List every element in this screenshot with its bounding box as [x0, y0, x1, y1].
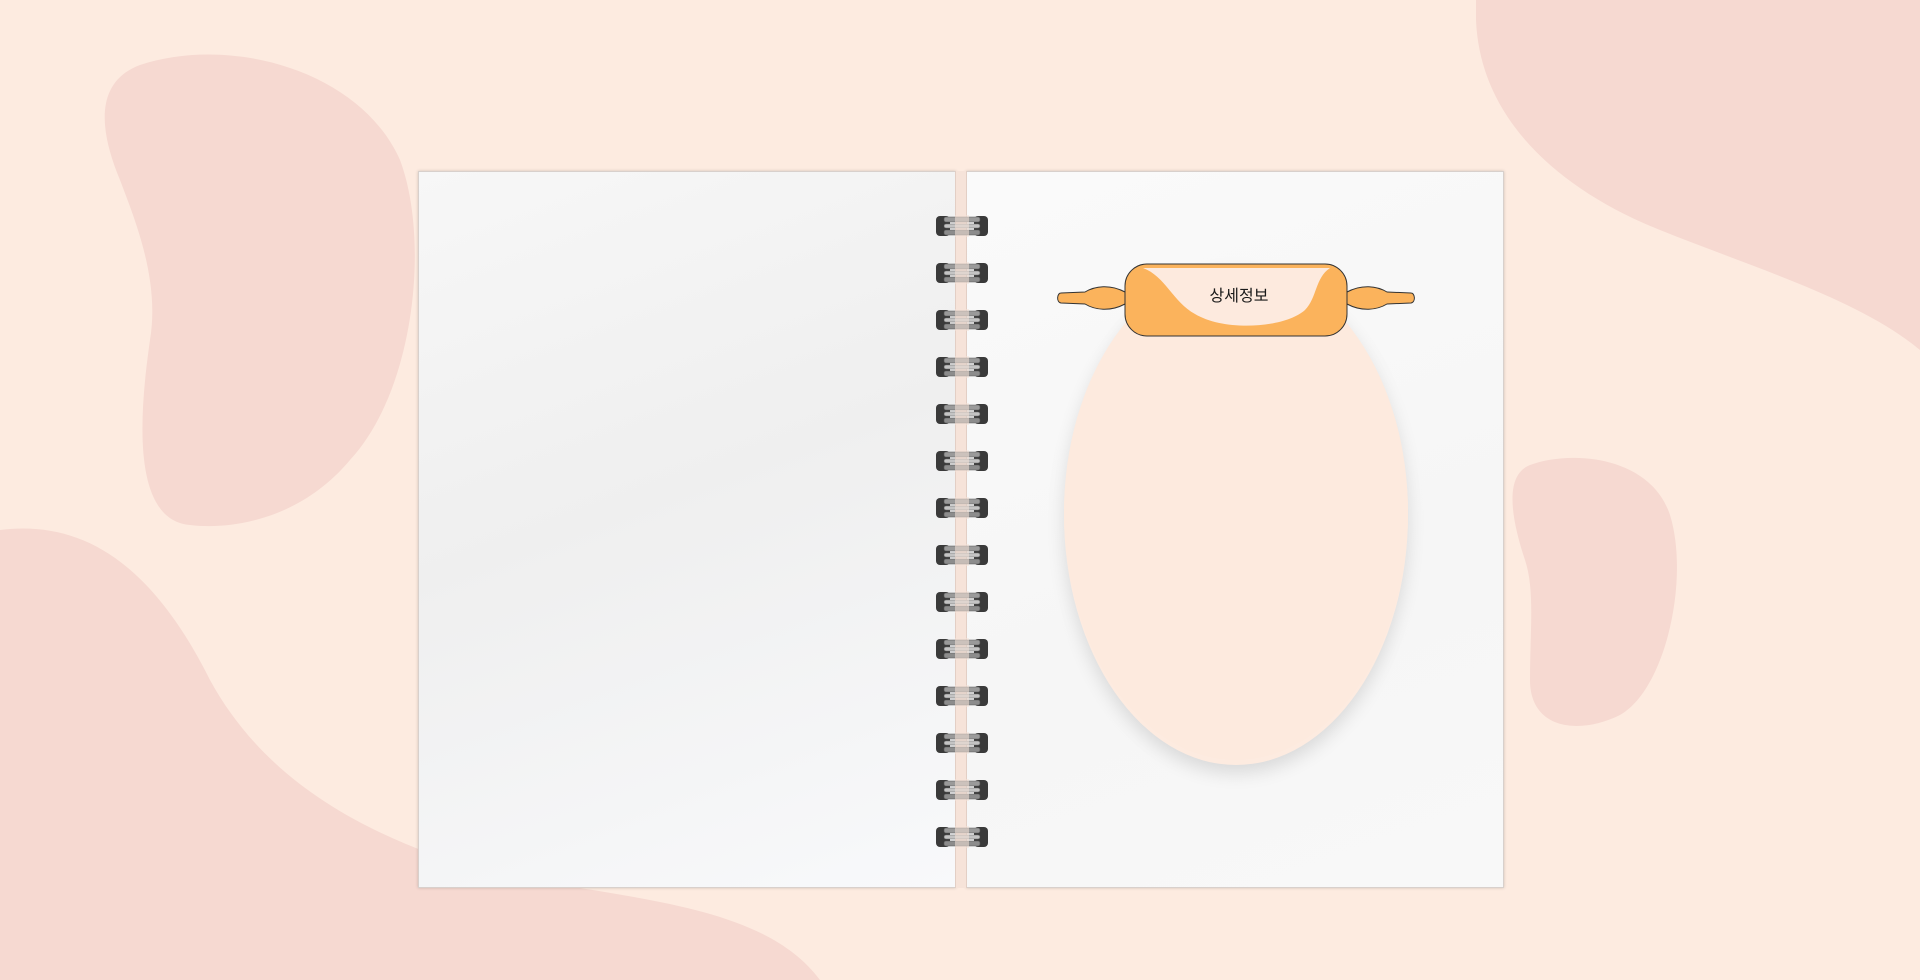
spiral-ring [936, 591, 988, 613]
spiral-ring [936, 309, 988, 331]
blob-right [1512, 457, 1677, 726]
spiral-ring [936, 262, 988, 284]
rolling-pin-handle-left [1057, 286, 1126, 310]
spiral-ring [936, 826, 988, 848]
spiral-ring [936, 450, 988, 472]
spiral-ring [936, 544, 988, 566]
blob-top-left [104, 54, 415, 527]
rolling-pin-handle-right [1346, 286, 1415, 310]
oval-panel [1064, 265, 1408, 760]
spiral-ring [936, 685, 988, 707]
detail-label: 상세정보 [1209, 286, 1269, 305]
spiral-ring [936, 403, 988, 425]
spiral-ring [936, 215, 988, 237]
spiral-ring [936, 356, 988, 378]
spiral-ring [936, 497, 988, 519]
blob-top-right [1476, 0, 1920, 350]
notebook-left-page [418, 171, 956, 888]
stage: 상세정보 [0, 0, 1920, 980]
spiral-ring [936, 638, 988, 660]
spiral-ring [936, 779, 988, 801]
spiral-ring [936, 732, 988, 754]
